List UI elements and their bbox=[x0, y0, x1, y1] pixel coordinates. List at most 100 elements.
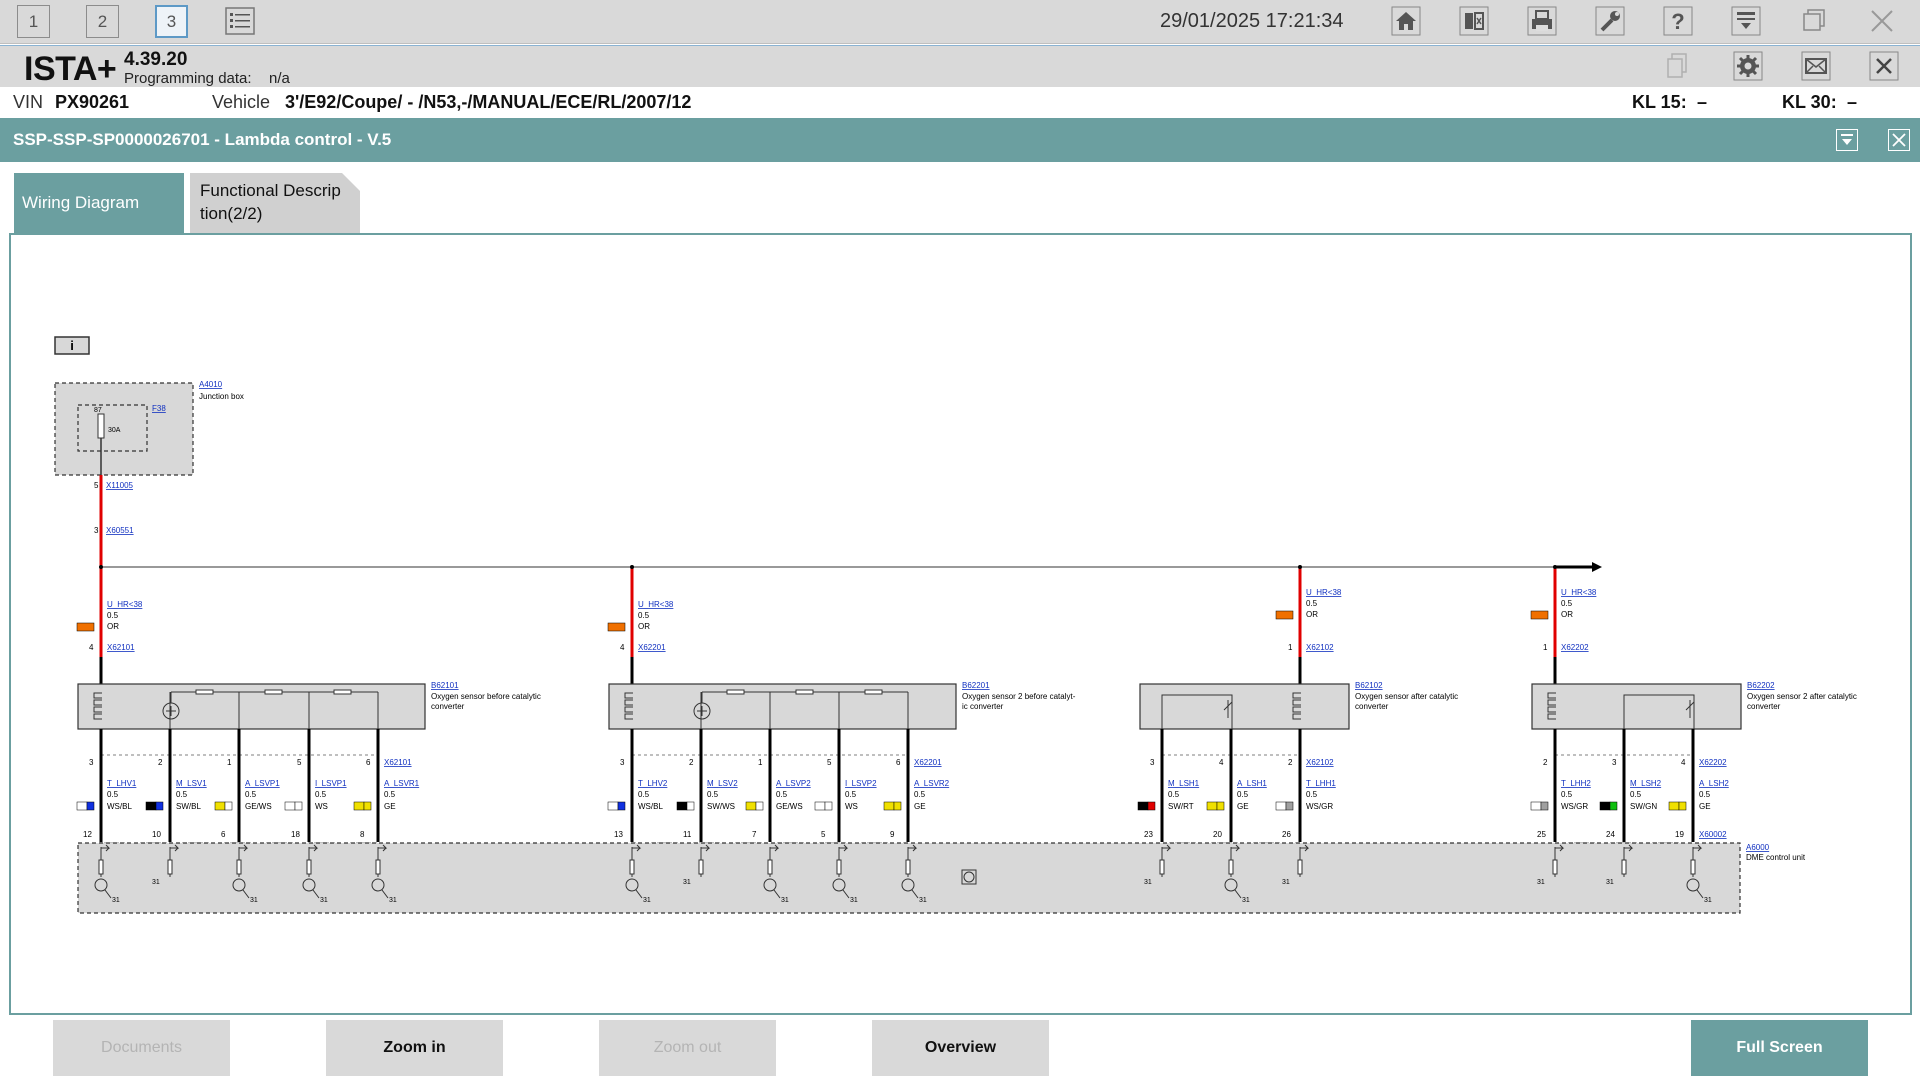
sensor-0-wire-1-bottom-pin: 10 bbox=[152, 830, 161, 839]
sensor-0-resistor-2 bbox=[333, 689, 352, 695]
sensor-0-wire-4-color: GE bbox=[384, 802, 396, 811]
tab-fold bbox=[342, 173, 360, 191]
tab-wiring-diagram[interactable]: Wiring Diagram bbox=[14, 173, 184, 233]
sensor-1-wire-1-top-pin: 2 bbox=[689, 758, 694, 767]
sensor-0-resistor-1 bbox=[264, 689, 283, 695]
sensor-0-wire-1-size: 0.5 bbox=[176, 790, 188, 799]
sensor-2-name-line-1: converter bbox=[1355, 702, 1389, 711]
print-icon[interactable] bbox=[1525, 4, 1559, 38]
close-document-icon[interactable] bbox=[1888, 129, 1910, 151]
dme-stage-9-ground-label: 31 bbox=[919, 897, 927, 904]
sensor-2-name-line-0: Oxygen sensor after catalytic bbox=[1355, 692, 1458, 701]
sensor-0-wire-2-bottom-pin: 6 bbox=[221, 830, 226, 839]
sensor-1-wire-3-signal: I_LSVP2 bbox=[845, 779, 877, 788]
dme-stage-1-resistor bbox=[167, 859, 173, 875]
sensor-3-wire-2-bottom-pin: 19 bbox=[1675, 830, 1684, 839]
sensor-1-wire-3-swatch-b bbox=[824, 801, 833, 811]
list-icon[interactable] bbox=[223, 4, 257, 38]
sensor-1-wire-4-connector: X62201 bbox=[914, 758, 942, 767]
close-app-icon[interactable] bbox=[1865, 4, 1899, 38]
session-tab-2[interactable]: 2 bbox=[86, 5, 119, 38]
sensor-0-wire-3-swatch-a bbox=[284, 801, 296, 811]
sensor-1-wire-4-swatch-a bbox=[883, 801, 895, 811]
sensor-0-wire-4-size: 0.5 bbox=[384, 790, 396, 799]
dme-stage-13-ground-label: 31 bbox=[1537, 879, 1545, 886]
sensor-3-wire-2-color: GE bbox=[1699, 802, 1711, 811]
dme-stage-13-resistor bbox=[1552, 859, 1558, 875]
sensor-3-supply-connector: X62202 bbox=[1561, 643, 1589, 652]
sensor-0-wire-1-signal: M_LSV1 bbox=[176, 779, 207, 788]
sensor-1-wire-1-signal: M_LSV2 bbox=[707, 779, 738, 788]
sensor-1-wire-0-top-pin: 3 bbox=[620, 758, 625, 767]
sensor-0-wire-0-top-pin: 3 bbox=[89, 758, 94, 767]
sensor-0-wire-4-connector: X62101 bbox=[384, 758, 412, 767]
zoom-in-button[interactable]: Zoom in bbox=[326, 1020, 503, 1076]
dme-stage-3-ground-label: 31 bbox=[320, 897, 328, 904]
sensor-0-supply-pin: 4 bbox=[89, 643, 94, 652]
session-tab-1[interactable]: 1 bbox=[17, 5, 50, 38]
tab-wiring-diagram-label: Wiring Diagram bbox=[22, 193, 140, 212]
close-session-icon[interactable] bbox=[1867, 49, 1901, 83]
sensor-1-wire-1-swatch-a bbox=[676, 801, 688, 811]
sensor-2-wire-0-top-pin: 3 bbox=[1150, 758, 1155, 767]
full-screen-button[interactable]: Full Screen bbox=[1691, 1020, 1868, 1076]
sensor-2-wire-0-swatch-b bbox=[1147, 801, 1156, 811]
sensor-2-wire-1-swatch-b bbox=[1216, 801, 1225, 811]
sensor-1-wire-2-top-pin: 1 bbox=[758, 758, 763, 767]
dme-stage-10-ground-label: 31 bbox=[1144, 879, 1152, 886]
documents-button[interactable]: Documents bbox=[53, 1020, 230, 1076]
sensor-1-wire-1-swatch-b bbox=[686, 801, 695, 811]
dme-stage-6-ground-label: 31 bbox=[683, 879, 691, 886]
vehicle-info-icon[interactable] bbox=[1457, 4, 1491, 38]
home-icon[interactable] bbox=[1389, 4, 1423, 38]
sensor-2-wire-0-color: SW/RT bbox=[1168, 802, 1194, 811]
mail-icon[interactable] bbox=[1799, 49, 1833, 83]
wiring-diagram[interactable]: i8730AF38A4010Junction box5 X110053 X60551… bbox=[11, 235, 1910, 1013]
wrench-icon[interactable] bbox=[1593, 4, 1627, 38]
collapse-icon[interactable] bbox=[1836, 129, 1858, 151]
sensor-3-wire-1-color: SW/GN bbox=[1630, 802, 1657, 811]
zoom-out-button[interactable]: Zoom out bbox=[599, 1020, 776, 1076]
dme-stage-7-ground-label: 31 bbox=[781, 897, 789, 904]
sensor-0-wire-2-swatch-b bbox=[224, 801, 233, 811]
kl15-label: KL 15: bbox=[1632, 92, 1687, 112]
dme-stage-7-resistor bbox=[767, 859, 773, 875]
sensor-1-wire-1-bottom-pin: 11 bbox=[683, 830, 692, 839]
sensor-2-wire-0-swatch-a bbox=[1137, 801, 1149, 811]
dme-stage-11-resistor bbox=[1228, 859, 1234, 875]
dme-stage-15-ground-label: 31 bbox=[1704, 897, 1712, 904]
sensor-0-supply-size: 0.5 bbox=[107, 611, 119, 620]
sensor-0-wire-2-signal: A_LSVP1 bbox=[245, 779, 280, 788]
sensor-0-wire-3-color: WS bbox=[315, 802, 328, 811]
sensor-1-name-line-0: Oxygen sensor 2 before catalyt- bbox=[962, 692, 1076, 701]
window-restore-icon[interactable] bbox=[1797, 4, 1831, 38]
overview-button[interactable]: Overview bbox=[872, 1020, 1049, 1076]
tab-functional-description[interactable]: Functional Description(2/2) bbox=[190, 173, 360, 233]
sensor-1-wire-4-swatch-b bbox=[893, 801, 902, 811]
dme-stage-4-ground-label: 31 bbox=[389, 897, 397, 904]
sensor-3-box bbox=[1531, 683, 1742, 730]
sensor-1-wire-4-size: 0.5 bbox=[914, 790, 926, 799]
sensor-3-name-line-0: Oxygen sensor 2 after catalytic bbox=[1747, 692, 1857, 701]
sensor-3-wire-2-size: 0.5 bbox=[1699, 790, 1711, 799]
documents-copy-icon bbox=[1662, 49, 1696, 83]
settings-gear-icon[interactable] bbox=[1731, 49, 1765, 83]
sensor-1-wire-1-size: 0.5 bbox=[707, 790, 719, 799]
dme-name: DME control unit bbox=[1746, 853, 1806, 862]
sensor-3-wire-1-size: 0.5 bbox=[1630, 790, 1642, 799]
help-icon[interactable]: ? bbox=[1661, 4, 1695, 38]
sensor-0-wire-1-swatch-a bbox=[145, 801, 157, 811]
sensor-1-supply-signal: U_HR<38 bbox=[638, 600, 674, 609]
sensor-1-wire-0-swatch-b bbox=[617, 801, 626, 811]
dropdown-menu-icon[interactable] bbox=[1729, 4, 1763, 38]
dme-stage-5-resistor bbox=[629, 859, 635, 875]
sensor-2-wire-2-size: 0.5 bbox=[1306, 790, 1318, 799]
session-tab-3[interactable]: 3 bbox=[155, 5, 188, 38]
vehicle-info-bar: VIN PX90261 Vehicle 3'/E92/Coupe/ - /N53… bbox=[0, 88, 1920, 116]
sensor-1-supply-pin: 4 bbox=[620, 643, 625, 652]
sensor-2-wire-2-connector: X62102 bbox=[1306, 758, 1334, 767]
sensor-0-wire-4-bottom-pin: 8 bbox=[360, 830, 365, 839]
dme-stage-4-resistor bbox=[375, 859, 381, 875]
sensor-3-wire-2-swatch-b bbox=[1678, 801, 1687, 811]
sensor-2-wire-1-bottom-pin: 20 bbox=[1213, 830, 1222, 839]
